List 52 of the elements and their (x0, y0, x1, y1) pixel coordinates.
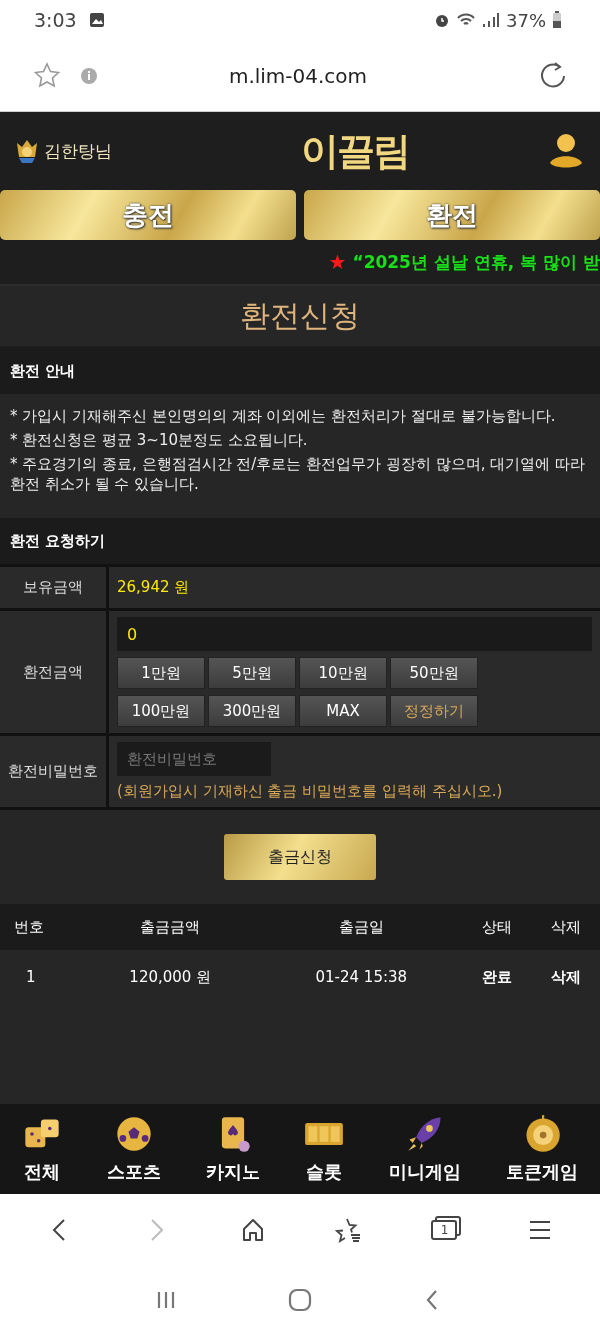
table-cell: 01-24 15:38 (260, 950, 463, 1004)
amount-button[interactable]: 1만원 (117, 657, 205, 689)
battery-percent: 37% (506, 9, 546, 31)
site-logo[interactable]: 이끌림 (301, 125, 409, 177)
medal-icon (14, 138, 40, 164)
clock-time: 3:03 (34, 9, 77, 31)
delete-link[interactable]: 삭제 (531, 950, 600, 1004)
category-tab[interactable]: 스포츠 (105, 1114, 163, 1184)
battery-icon (552, 11, 562, 29)
amount-button[interactable]: 10만원 (299, 657, 387, 689)
amount-button[interactable]: 300만원 (208, 695, 296, 727)
column-header: 출금금액 (80, 904, 261, 950)
section-title: 환전 안내 (0, 348, 600, 394)
field-label: 환전금액 (0, 611, 106, 733)
password-hint: (회원가입시 기재하신 출금 비밀번호를 입력해 주십시오.) (117, 782, 504, 801)
section-title: 환전 요청하기 (0, 518, 600, 564)
amount-button[interactable]: 5만원 (208, 657, 296, 689)
field-label: 환전비밀번호 (0, 736, 106, 807)
column-header: 번호 (0, 904, 80, 950)
field-label: 보유금액 (0, 567, 106, 608)
ball-icon (114, 1114, 154, 1154)
notice-text: * 환전신청은 평균 3~10분정도 소요됩니다. (10, 430, 309, 450)
notice-text: * 주요경기의 종료, 은행점검시간 전/후로는 환전업무가 굉장히 많으며, 대기열에 따라 환전 취소가 될 수 있습니다. (10, 454, 586, 494)
amount-button[interactable]: 50만원 (390, 657, 478, 689)
amount-button[interactable]: MAX (299, 695, 387, 727)
table-cell: 완료 (462, 950, 532, 1004)
category-tab[interactable]: 카지노 (203, 1114, 262, 1184)
signal-icon (482, 12, 500, 28)
wifi-icon (456, 12, 476, 28)
category-tab[interactable]: 토큰게임 (503, 1114, 580, 1184)
alarm-icon (434, 12, 450, 28)
column-header: 상태 (462, 904, 532, 950)
balance-amount: 26,942 원 (117, 578, 191, 597)
column-header: 출금일 (260, 904, 463, 950)
table-cell: 1 (0, 950, 80, 1004)
address-bar[interactable]: m.lim-04.com (116, 63, 480, 88)
star-icon: ★ (328, 250, 347, 274)
amount-button[interactable]: 100만원 (117, 695, 205, 727)
home-button-icon[interactable] (286, 1286, 314, 1314)
category-tab[interactable]: 슬롯 (302, 1114, 347, 1184)
reset-button[interactable]: 정정하기 (390, 695, 478, 727)
column-header: 삭제 (531, 904, 600, 950)
password-input[interactable]: 환전비밀번호 (117, 742, 271, 776)
notice-text: * 가입시 기재해주신 본인명의의 계좌 이외에는 환전처리가 절대로 불가능합니다. (10, 406, 557, 426)
image-icon (88, 12, 105, 28)
category-tab[interactable]: 전체 (20, 1114, 65, 1184)
username[interactable]: 김한탕님 (44, 139, 112, 163)
category-tab[interactable]: 미니게임 (386, 1114, 463, 1184)
amount-input[interactable]: 0 (117, 617, 592, 651)
submit-button[interactable]: 출금신청 (224, 834, 376, 880)
ticker-text: “2025년 설날 연휴, 복 많이 받 (352, 250, 600, 274)
table-cell: 120,000 원 (80, 950, 261, 1004)
